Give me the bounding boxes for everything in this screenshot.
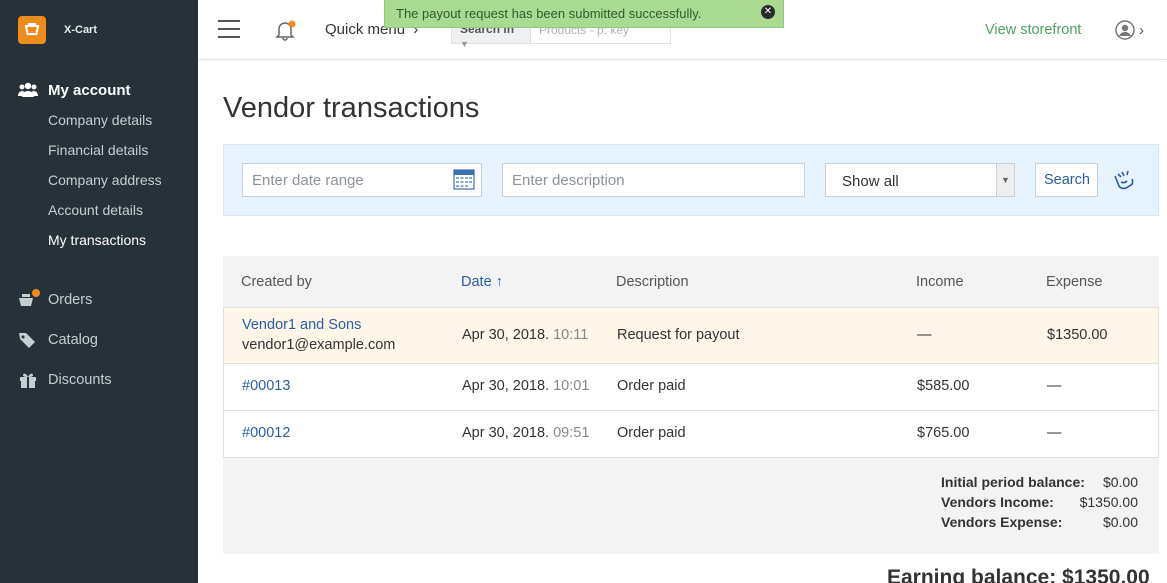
- col-header-created-by: Created by: [241, 274, 312, 290]
- brand: X-Cart: [0, 0, 198, 60]
- col-header-date-label: Date: [461, 274, 492, 290]
- caret-down-icon: ▼: [460, 39, 469, 49]
- vendors-expense-value: $0.00: [1102, 514, 1138, 530]
- description-cell: Order paid: [617, 378, 686, 394]
- close-icon[interactable]: ✕: [761, 5, 775, 19]
- orders-icon: [18, 289, 40, 308]
- search-button[interactable]: Search: [1035, 163, 1098, 197]
- sidebar-item-label: My account: [48, 81, 131, 99]
- type-select[interactable]: Show all ▼: [825, 163, 1015, 197]
- sidebar-item-my-account[interactable]: My account: [0, 78, 198, 102]
- date-range-placeholder: Enter date range: [252, 172, 364, 189]
- initial-balance-label: Initial period balance:: [941, 474, 1085, 490]
- chevron-down-icon: ▼: [996, 164, 1014, 196]
- gift-icon: [18, 372, 40, 388]
- col-header-expense: Expense: [1046, 274, 1103, 290]
- date-value: Apr 30, 2018.: [462, 425, 550, 441]
- sidebar-item-company-address[interactable]: Company address: [0, 165, 198, 195]
- vendors-income-label: Vendors Income:: [941, 494, 1054, 510]
- date-value: Apr 30, 2018.: [462, 378, 550, 394]
- date-cell: Apr 30, 2018. 09:51: [462, 425, 589, 441]
- calendar-icon[interactable]: [453, 168, 475, 194]
- sidebar-item-discounts[interactable]: Discounts: [0, 360, 198, 400]
- order-link[interactable]: #00013: [242, 378, 290, 394]
- time-value: 10:01: [553, 378, 590, 394]
- sidebar-item-company-details[interactable]: Company details: [0, 105, 198, 135]
- sidebar-item-my-transactions[interactable]: My transactions: [0, 225, 198, 255]
- brand-name: X-Cart: [64, 24, 98, 36]
- vendors-income-value: $1350.00: [1079, 494, 1138, 510]
- filter-panel: Enter date range Enter description Show …: [223, 144, 1159, 216]
- totals-panel: Initial period balance: $0.00 Vendors In…: [223, 458, 1159, 554]
- tag-icon: [18, 332, 40, 348]
- success-toast: The payout request has been submitted su…: [384, 0, 784, 28]
- sidebar-item-label: Discounts: [48, 372, 112, 388]
- table-row: #00012 Apr 30, 2018. 09:51 Order paid $7…: [223, 411, 1159, 458]
- order-link[interactable]: #00012: [242, 425, 290, 441]
- table-header: Created by Date ↑ Description Income Exp…: [223, 256, 1159, 308]
- description-cell: Order paid: [617, 425, 686, 441]
- date-range-input[interactable]: Enter date range: [242, 163, 482, 197]
- page-title: Vendor transactions: [223, 92, 480, 124]
- created-by-link[interactable]: Vendor1 and Sons: [242, 317, 361, 333]
- date-cell: Apr 30, 2018. 10:01: [462, 378, 589, 394]
- expense-cell: —: [1047, 425, 1062, 441]
- table-row: Vendor1 and Sons vendor1@example.com Apr…: [223, 308, 1159, 364]
- transactions-table: Created by Date ↑ Description Income Exp…: [223, 256, 1159, 554]
- sidebar: X-Cart My account Company details Financ…: [0, 0, 198, 583]
- chevron-right-icon: ›: [1139, 21, 1144, 39]
- sidebar-item-catalog[interactable]: Catalog: [0, 320, 198, 360]
- expense-cell: —: [1047, 378, 1062, 394]
- sidebar-item-label: Catalog: [48, 332, 98, 348]
- users-icon: [18, 82, 40, 98]
- initial-balance-value: $0.00: [1102, 474, 1138, 490]
- income-cell: $585.00: [917, 378, 970, 394]
- clear-filter-icon[interactable]: [1112, 168, 1136, 197]
- earning-balance: Earning balance: $1350.00: [887, 566, 1150, 583]
- income-cell: $765.00: [917, 425, 970, 441]
- time-value: 09:51: [553, 425, 590, 441]
- description-input[interactable]: Enter description: [502, 163, 805, 197]
- col-header-date[interactable]: Date ↑: [461, 274, 503, 290]
- sidebar-item-orders[interactable]: Orders: [0, 280, 198, 320]
- toast-message: The payout request has been submitted su…: [396, 6, 702, 21]
- income-cell: —: [917, 327, 932, 343]
- bell-icon[interactable]: [274, 19, 296, 46]
- date-cell: Apr 30, 2018. 10:11: [462, 327, 588, 343]
- user-menu[interactable]: ›: [1115, 20, 1144, 40]
- time-value: 10:11: [553, 327, 589, 343]
- sidebar-item-financial-details[interactable]: Financial details: [0, 135, 198, 165]
- menu-icon[interactable]: [218, 20, 240, 38]
- sidebar-item-label: Orders: [48, 292, 93, 308]
- table-row: #00013 Apr 30, 2018. 10:01 Order paid $5…: [223, 364, 1159, 411]
- expense-cell: $1350.00: [1047, 327, 1108, 343]
- col-header-description: Description: [616, 274, 689, 290]
- col-header-income: Income: [916, 274, 964, 290]
- description-cell: Request for payout: [617, 327, 740, 343]
- created-by-email: vendor1@example.com: [242, 337, 396, 353]
- user-avatar-icon: [1115, 20, 1135, 40]
- view-storefront-link[interactable]: View storefront: [985, 22, 1081, 38]
- type-select-value: Show all: [842, 173, 899, 190]
- vendors-expense-label: Vendors Expense:: [941, 514, 1063, 530]
- date-value: Apr 30, 2018.: [462, 327, 550, 343]
- sidebar-item-account-details[interactable]: Account details: [0, 195, 198, 225]
- xcart-logo-icon[interactable]: [18, 16, 46, 44]
- sort-arrow-up-icon: ↑: [495, 274, 503, 290]
- notification-dot-icon: [32, 289, 40, 297]
